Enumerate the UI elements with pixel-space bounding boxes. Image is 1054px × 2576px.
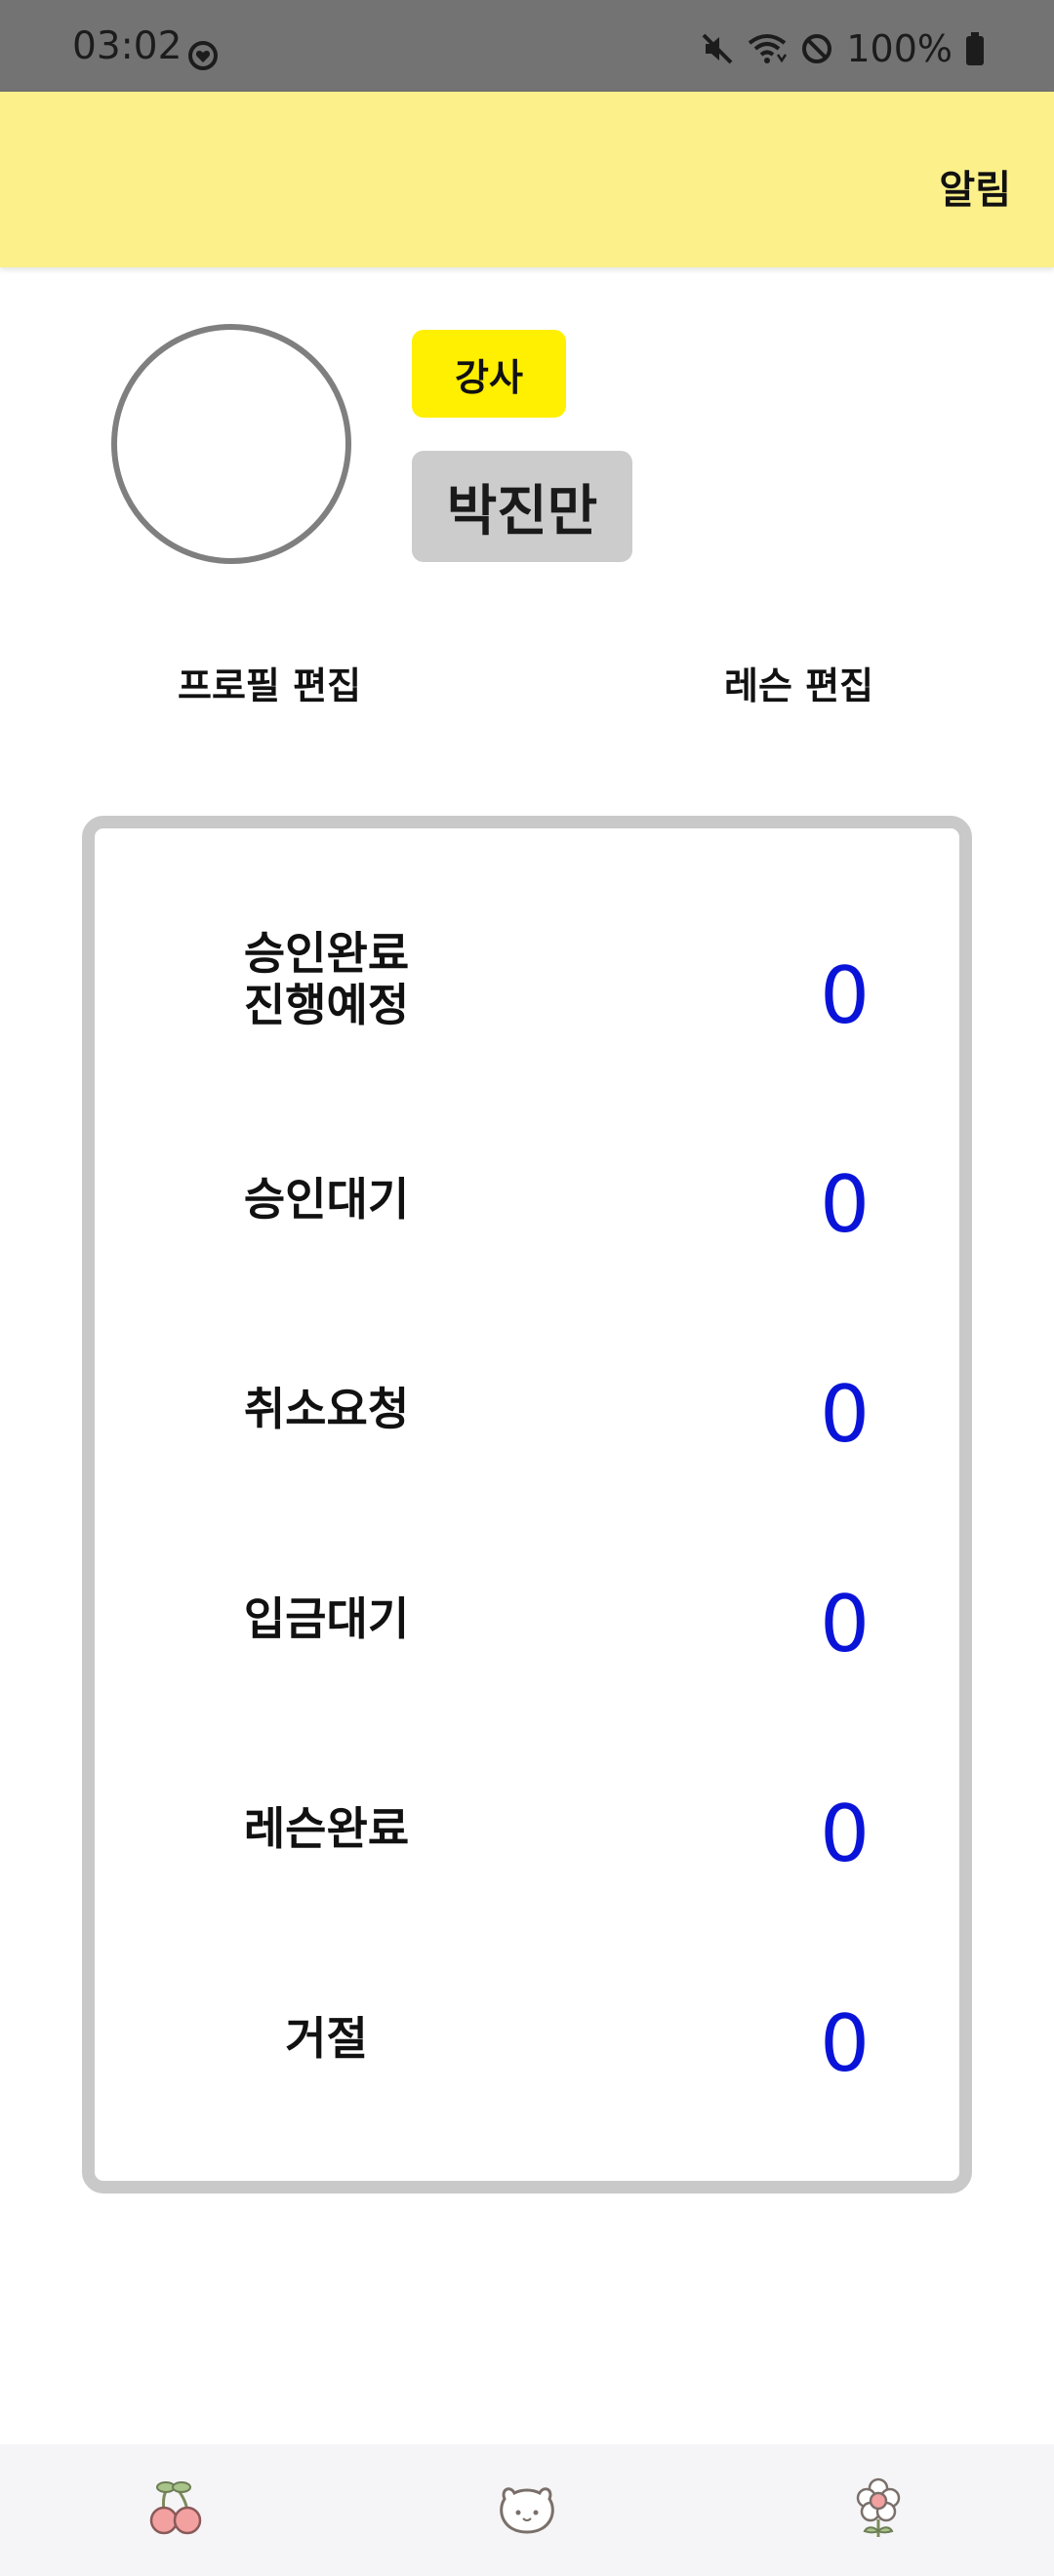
role-badge: 강사 — [412, 330, 566, 418]
edit-lesson-button[interactable]: 레슨 편집 — [724, 656, 873, 709]
stat-value: 0 — [820, 1789, 870, 1879]
stat-value: 0 — [820, 1369, 870, 1460]
stat-label-line: 승인완료 — [243, 927, 410, 980]
battery-icon — [964, 31, 986, 66]
stat-label: 거절 — [285, 2012, 368, 2065]
stat-label: 취소요청 — [243, 1383, 410, 1435]
stat-label: 레슨완료 — [243, 1802, 410, 1855]
stat-value: 0 — [820, 1998, 870, 2089]
wifi-icon — [747, 31, 788, 66]
nav-item-home[interactable] — [117, 2452, 234, 2569]
stat-label: 승인대기 — [243, 1173, 410, 1226]
stat-value: 0 — [820, 950, 870, 1041]
avatar[interactable] — [111, 324, 351, 564]
stat-label-line: 진행예정 — [243, 978, 410, 1031]
lesson-status-card: 승인완료 진행예정 0 승인대기 0 취소요청 0 입금대기 0 레슨완료 0 … — [82, 816, 972, 2194]
bear-face-icon — [495, 2479, 559, 2542]
status-time: 03:02 — [72, 24, 182, 68]
stat-label: 입금대기 — [243, 1592, 410, 1645]
nav-item-settings[interactable] — [820, 2452, 937, 2569]
nav-item-profile[interactable] — [468, 2452, 586, 2569]
user-name: 박진만 — [412, 451, 632, 562]
mute-icon — [700, 31, 735, 66]
stat-value: 0 — [820, 1579, 870, 1670]
status-icons: 100% — [700, 29, 986, 68]
notifications-button[interactable]: 알림 — [939, 158, 1011, 215]
edit-profile-button[interactable]: 프로필 편집 — [178, 656, 361, 709]
block-icon — [799, 31, 834, 66]
cherry-icon — [144, 2477, 207, 2544]
flower-icon — [849, 2476, 908, 2545]
heart-circle-icon — [186, 39, 220, 72]
stat-value: 0 — [820, 1159, 870, 1250]
bottom-nav — [0, 2444, 1054, 2576]
status-bar: 03:02 100% — [0, 0, 1054, 92]
stat-label: 승인완료 진행예정 — [241, 928, 412, 1031]
battery-percent: 100% — [846, 27, 953, 70]
app-bar: 알림 — [0, 92, 1054, 267]
